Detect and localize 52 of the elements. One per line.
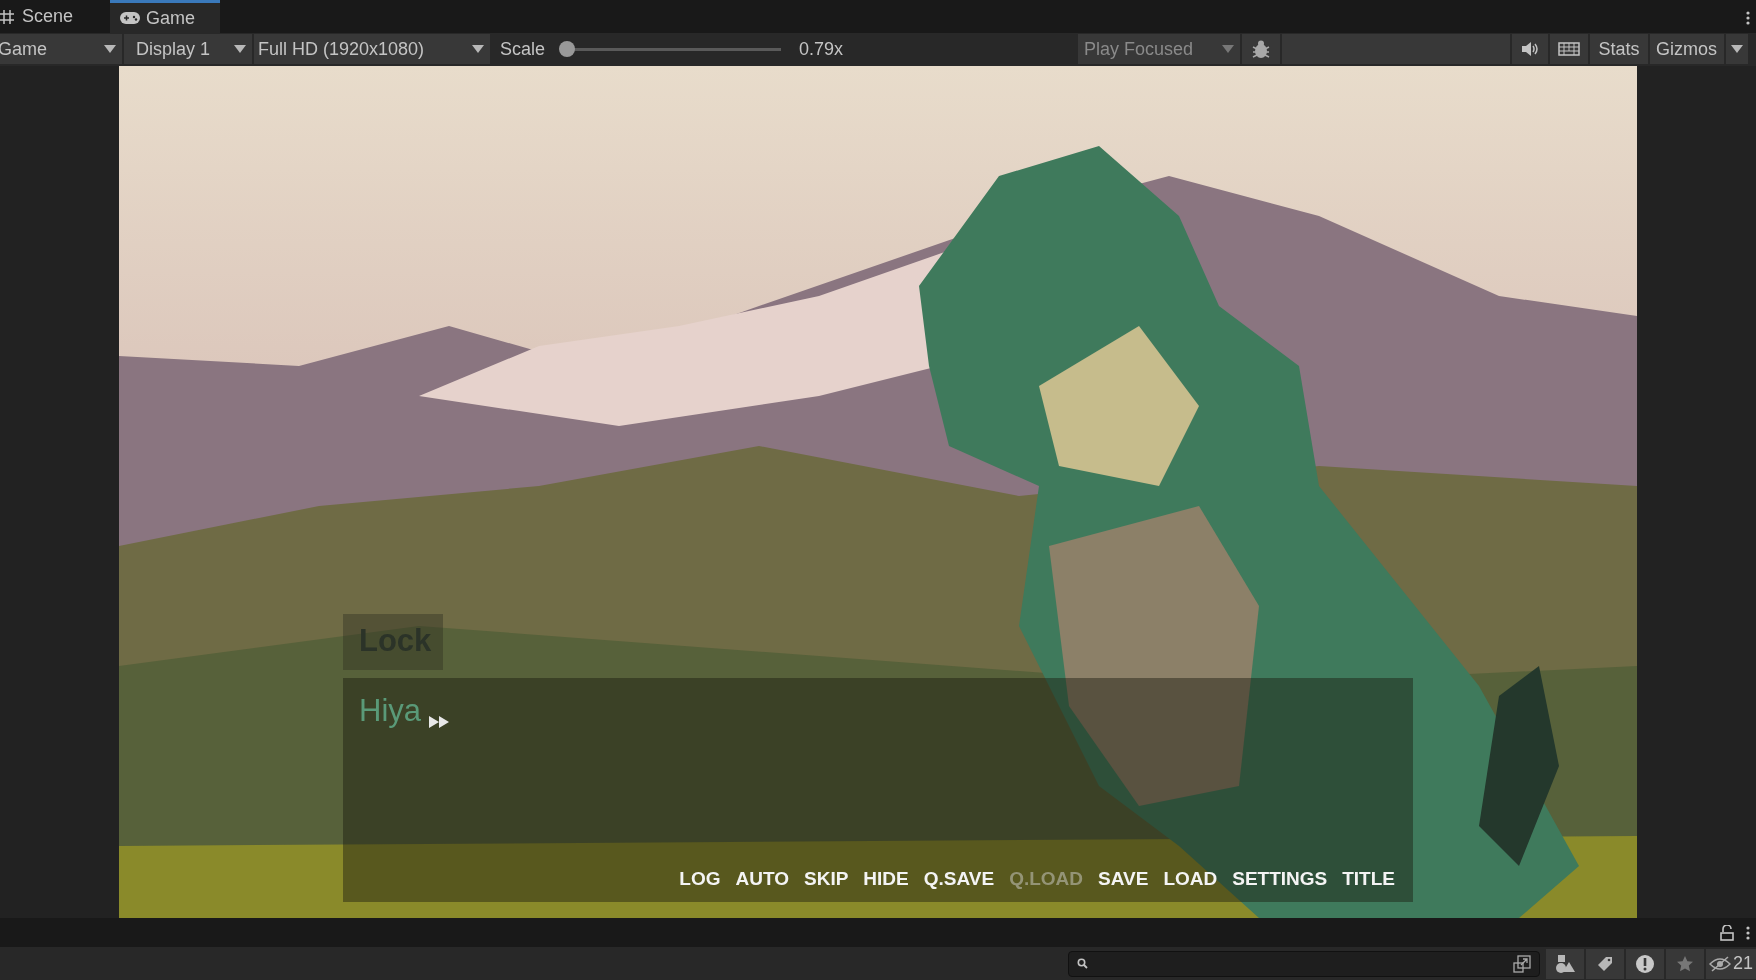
caret-icon [1222, 45, 1234, 54]
grid-icon [0, 9, 14, 24]
mute-audio-button[interactable] [1512, 34, 1548, 65]
gizmos-button[interactable]: Gizmos [1650, 34, 1724, 65]
menu-button[interactable]: AUTO [735, 865, 789, 894]
menu-button[interactable]: SETTINGS [1232, 865, 1328, 894]
tab[interactable]: Game [110, 0, 220, 33]
gizmos-dropdown[interactable] [1726, 34, 1748, 65]
gamepad-icon [120, 12, 140, 24]
search-icon [1077, 958, 1088, 970]
log-filter-button[interactable] [1626, 948, 1664, 979]
hidden-count: 21 [1733, 952, 1753, 976]
warning-icon [1635, 953, 1655, 974]
menu-button[interactable]: TITLE [1342, 865, 1395, 894]
resolution-dropdown[interactable]: Full HD (1920x1080) [254, 34, 490, 65]
star-icon [1676, 954, 1694, 973]
search-field[interactable] [1068, 950, 1540, 977]
speaker-icon [1521, 41, 1539, 58]
dialogue-text: Hiya [359, 691, 421, 730]
shortcuts-button[interactable] [1550, 34, 1588, 65]
open-window-icon[interactable] [1513, 954, 1531, 973]
scale-value: 0.79x [799, 37, 844, 61]
caret-icon [234, 45, 246, 54]
type-filter-button[interactable] [1546, 948, 1584, 979]
more-menu-icon[interactable] [1746, 925, 1750, 940]
display-dropdown[interactable]: Display 1 [124, 34, 252, 65]
fast-forward-icon [429, 716, 449, 729]
slider-thumb[interactable] [559, 41, 576, 58]
menu-button[interactable]: SKIP [804, 865, 849, 894]
bug-icon [1251, 39, 1271, 60]
scale-label: Scale [500, 37, 546, 61]
play-mode-dropdown[interactable]: Play Focused [1078, 34, 1240, 65]
favorites-button[interactable] [1666, 948, 1704, 979]
hidden-eye-icon [1709, 955, 1731, 972]
caret-icon [1731, 45, 1743, 54]
tag-icon [1597, 955, 1613, 972]
stats-button[interactable]: Stats [1590, 34, 1648, 65]
caret-icon [472, 45, 484, 54]
menu-button[interactable]: LOAD [1163, 865, 1218, 894]
menu-button[interactable]: Q.SAVE [923, 865, 995, 894]
more-menu-icon[interactable] [1746, 11, 1750, 25]
shapes-icon [1555, 953, 1575, 974]
keyboard-icon [1558, 42, 1580, 57]
hidden-objects-button[interactable]: 21 [1706, 948, 1756, 979]
scale-slider[interactable] [559, 41, 782, 58]
label-filter-button[interactable] [1586, 948, 1624, 979]
menu-button[interactable]: LOG [679, 865, 721, 894]
menu-button[interactable]: SAVE [1098, 865, 1149, 894]
caret-icon [104, 45, 116, 54]
menu-button[interactable]: HIDE [863, 865, 909, 894]
lock-icon[interactable] [1720, 924, 1734, 941]
debug-button[interactable] [1242, 34, 1280, 65]
